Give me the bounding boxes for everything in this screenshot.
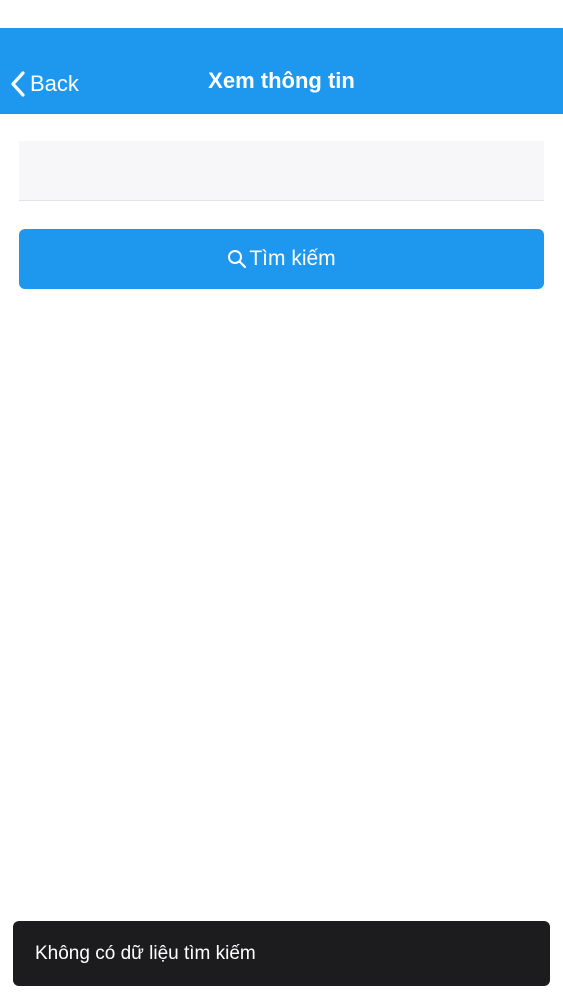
page-title: Xem thông tin (208, 68, 355, 93)
chevron-left-icon (10, 70, 30, 98)
status-bar (0, 0, 563, 28)
navigation-bar: Back Xem thông tin (0, 28, 563, 114)
toast-message: Không có dữ liệu tìm kiếm (13, 921, 550, 986)
search-icon (227, 249, 249, 269)
back-button[interactable]: Back (10, 66, 79, 102)
back-button-label: Back (30, 71, 79, 96)
search-button-label: Tìm kiếm (249, 247, 336, 270)
search-input[interactable] (19, 141, 544, 201)
toast-text: Không có dữ liệu tìm kiếm (35, 942, 256, 964)
search-button[interactable]: Tìm kiếm (19, 229, 544, 289)
